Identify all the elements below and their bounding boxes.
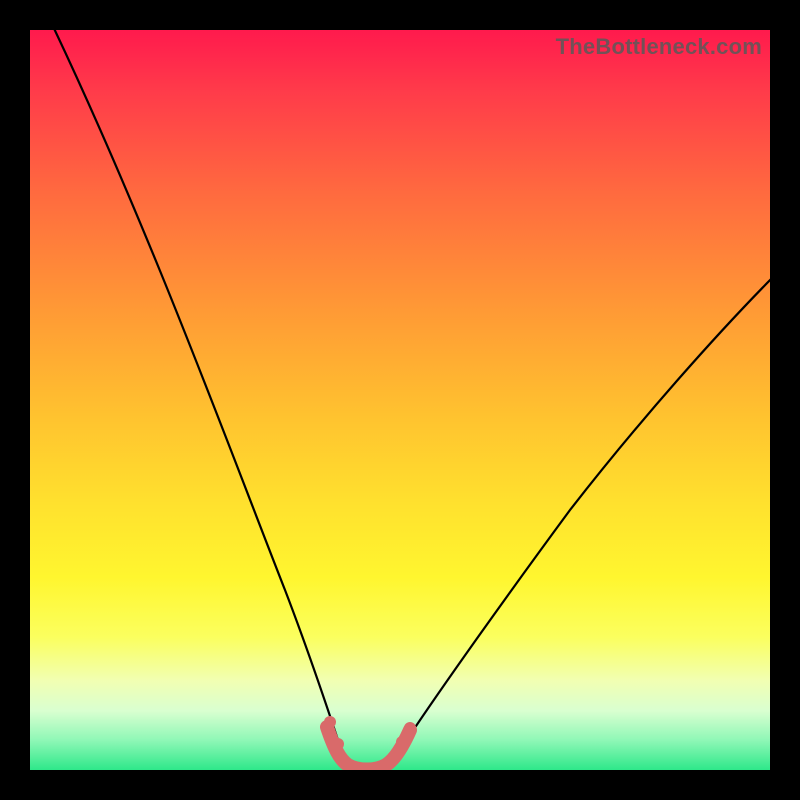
chart-frame: TheBottleneck.com xyxy=(0,0,800,800)
optimal-zone-dot xyxy=(396,736,408,748)
optimal-zone-dot xyxy=(324,716,336,728)
chart-svg xyxy=(30,30,770,770)
optimal-zone-dot xyxy=(332,738,344,750)
plot-area: TheBottleneck.com xyxy=(30,30,770,770)
bottleneck-curve xyxy=(50,30,770,769)
optimal-zone-dot xyxy=(404,722,416,734)
